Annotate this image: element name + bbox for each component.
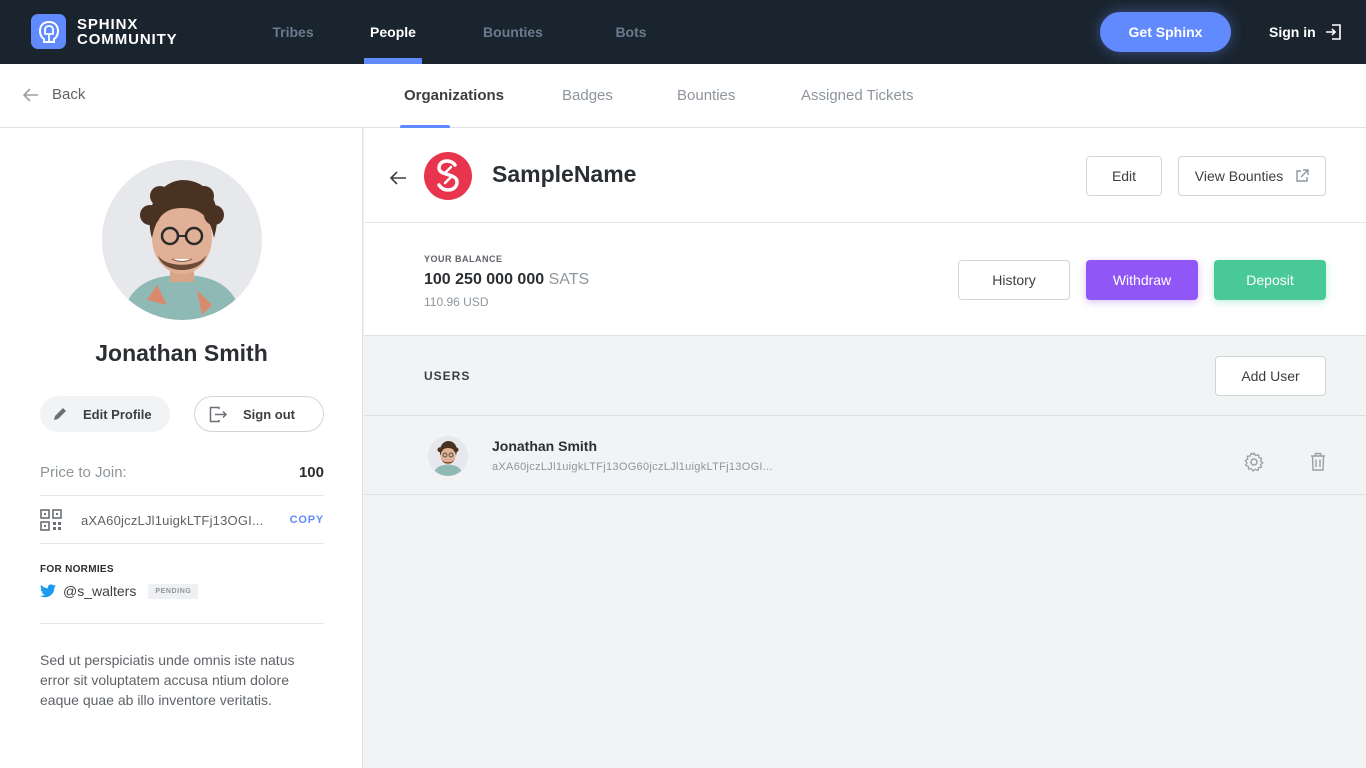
divider bbox=[40, 543, 324, 544]
gear-icon[interactable] bbox=[1244, 452, 1264, 472]
logo-line-1: SPHINX bbox=[77, 15, 139, 33]
arrow-left-icon bbox=[23, 87, 38, 102]
edit-profile-label: Edit Profile bbox=[83, 406, 152, 422]
view-bounties-button[interactable]: View Bounties bbox=[1178, 156, 1326, 196]
tab-bounties[interactable]: Bounties bbox=[677, 64, 735, 128]
balance-usd: 110.96 USD bbox=[424, 295, 489, 309]
withdraw-button[interactable]: Withdraw bbox=[1086, 260, 1198, 300]
balance-value: 100 250 000 000 bbox=[424, 271, 545, 288]
profile-panel: Jonathan Smith Edit Profile Sign out Pri… bbox=[0, 128, 363, 768]
users-title: USERS bbox=[424, 369, 471, 383]
divider bbox=[40, 495, 324, 496]
copy-button[interactable]: COPY bbox=[290, 514, 324, 526]
balance-title: YOUR BALANCE bbox=[424, 254, 503, 264]
sign-in-button[interactable]: Sign in bbox=[1269, 22, 1342, 42]
avatar bbox=[428, 436, 468, 476]
pencil-icon bbox=[54, 408, 66, 420]
balance-unit: SATS bbox=[548, 271, 590, 288]
twitter-icon bbox=[40, 584, 56, 598]
sign-out-label: Sign out bbox=[243, 406, 295, 422]
nav-tribes[interactable]: Tribes bbox=[258, 0, 328, 64]
external-link-icon bbox=[1296, 169, 1309, 182]
price-to-join-row: Price to Join: 100 bbox=[40, 464, 324, 481]
sign-in-label: Sign in bbox=[1269, 24, 1316, 40]
back-label: Back bbox=[52, 86, 86, 103]
avatar bbox=[102, 160, 262, 320]
qr-code-icon bbox=[40, 509, 62, 531]
sign-out-button[interactable]: Sign out bbox=[194, 396, 324, 432]
add-user-button[interactable]: Add User bbox=[1215, 356, 1326, 396]
profile-bio: Sed ut perspiciatis unde omnis iste natu… bbox=[40, 652, 295, 708]
view-bounties-label: View Bounties bbox=[1194, 168, 1284, 184]
user-address: aXA60jczLJl1uigkLTFj13OG60jczLJl1uigkLTF… bbox=[492, 461, 773, 473]
tab-assigned-tickets[interactable]: Assigned Tickets bbox=[801, 64, 914, 128]
organization-name: SampleName bbox=[492, 161, 637, 187]
edit-profile-button[interactable]: Edit Profile bbox=[40, 396, 170, 432]
sign-in-icon bbox=[1325, 24, 1341, 40]
users-header: USERS Add User bbox=[364, 337, 1366, 416]
back-button[interactable]: Back bbox=[23, 86, 85, 103]
balance-section: YOUR BALANCE 100 250 000 000 SATS 110.96… bbox=[364, 223, 1366, 336]
edit-button[interactable]: Edit bbox=[1086, 156, 1162, 196]
divider bbox=[40, 623, 324, 624]
organization-header: SampleName Edit View Bounties bbox=[364, 128, 1366, 223]
twitter-handle[interactable]: @s_walters bbox=[63, 583, 136, 599]
user-name: Jonathan Smith bbox=[492, 438, 598, 454]
deposit-button[interactable]: Deposit bbox=[1214, 260, 1326, 300]
sphinx-logo[interactable]: SPHINX COMMUNITY bbox=[31, 14, 178, 49]
sub-header: Back Organizations Badges Bounties Assig… bbox=[0, 64, 1366, 129]
nav-bounties[interactable]: Bounties bbox=[473, 0, 553, 64]
organization-logo bbox=[424, 152, 472, 200]
logo-text: SPHINX COMMUNITY bbox=[77, 17, 178, 47]
trash-icon[interactable] bbox=[1310, 452, 1326, 471]
get-sphinx-button[interactable]: Get Sphinx bbox=[1100, 12, 1231, 52]
address-row: aXA60jczLJl1uigkLTFj13OGI... COPY bbox=[40, 509, 324, 531]
for-normies-title: FOR NORMIES bbox=[40, 564, 114, 575]
arrow-left-icon[interactable] bbox=[389, 170, 407, 186]
nav-bots[interactable]: Bots bbox=[600, 0, 662, 64]
tab-badges[interactable]: Badges bbox=[562, 64, 613, 128]
nav-people[interactable]: People bbox=[358, 0, 428, 64]
address-text: aXA60jczLJl1uigkLTFj13OGI... bbox=[81, 512, 264, 528]
top-navbar: SPHINX COMMUNITY Tribes People Bounties … bbox=[0, 0, 1366, 64]
list-item: Jonathan Smith aXA60jczLJl1uigkLTFj13OG6… bbox=[364, 416, 1366, 495]
organization-logo-icon bbox=[437, 159, 459, 192]
profile-name: Jonathan Smith bbox=[95, 340, 268, 366]
tab-organizations[interactable]: Organizations bbox=[404, 64, 504, 128]
sign-out-icon bbox=[209, 406, 228, 422]
history-button[interactable]: History bbox=[958, 260, 1070, 300]
price-label: Price to Join: bbox=[40, 464, 127, 481]
price-value: 100 bbox=[298, 464, 324, 481]
balance-amount: 100 250 000 000 SATS bbox=[424, 271, 589, 289]
sphinx-logo-icon bbox=[31, 14, 66, 49]
logo-line-2: COMMUNITY bbox=[77, 30, 178, 48]
twitter-row: @s_walters PENDING bbox=[40, 583, 199, 599]
pending-badge: PENDING bbox=[148, 583, 199, 599]
